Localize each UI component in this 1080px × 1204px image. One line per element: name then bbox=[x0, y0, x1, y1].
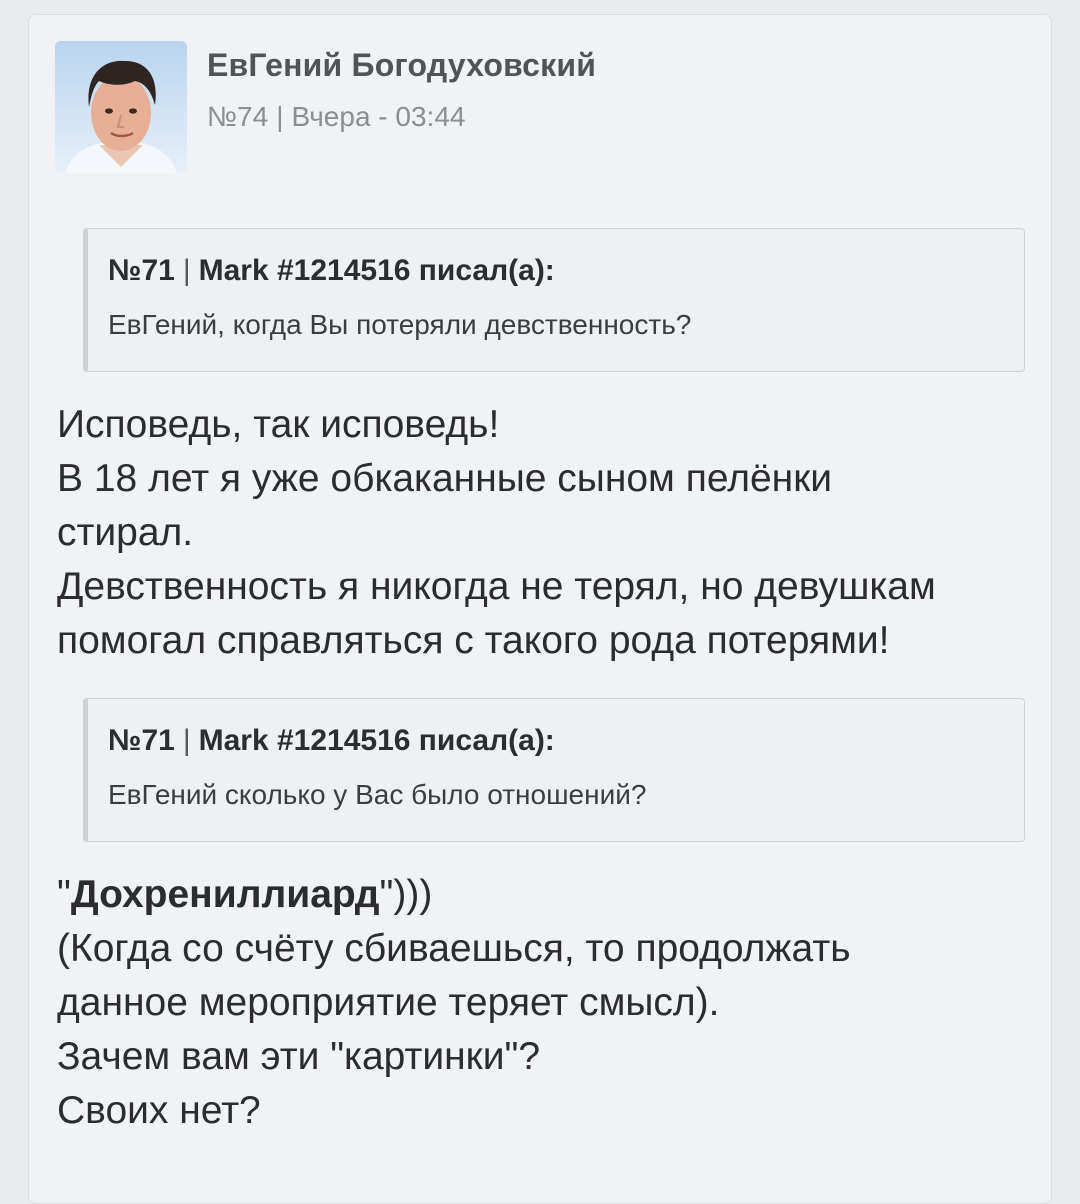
body-line: (Когда со счёту сбиваешься, то продолжат… bbox=[57, 927, 851, 970]
body-line: помогал справляться с такого рода потеря… bbox=[57, 619, 890, 662]
body-line: данное мероприятие теряет смысл). bbox=[57, 981, 720, 1024]
quote-text: ЕвГений сколько у Вас было отношений? bbox=[108, 779, 647, 810]
body-line: Исповедь, так исповедь! bbox=[57, 403, 500, 446]
quote-block: №71 | Mark #1214516 писал(а): ЕвГений ск… bbox=[83, 698, 1025, 842]
post-number[interactable]: №74 bbox=[207, 99, 268, 135]
quote-separator: | bbox=[182, 254, 191, 287]
quote-text: ЕвГений, когда Вы потеряли девственность… bbox=[108, 309, 692, 340]
body-line: Своих нет? bbox=[57, 1089, 261, 1132]
post-info-separator: | bbox=[276, 101, 284, 132]
quote-post-number[interactable]: №71 bbox=[108, 251, 175, 291]
post-meta: ЕвГений Богодуховский №74 | Вчера - 03:4… bbox=[207, 41, 596, 135]
quote-mark-open: " bbox=[57, 873, 71, 916]
quote-mark-close: "))) bbox=[379, 873, 433, 916]
post-body-part-2: "Дохрениллиард"))) (Когда со счёту сбива… bbox=[57, 868, 1037, 1138]
body-line: Зачем вам эти "картинки"? bbox=[57, 1035, 541, 1078]
post-header: ЕвГений Богодуховский №74 | Вчера - 03:4… bbox=[55, 41, 596, 173]
quote-block: №71 | Mark #1214516 писал(а): ЕвГений, к… bbox=[83, 228, 1025, 372]
quote-header: №71 | Mark #1214516 писал(а): bbox=[108, 721, 1004, 761]
post-info: №74 | Вчера - 03:44 bbox=[207, 99, 596, 135]
quote-author[interactable]: Mark #1214516 писал(а): bbox=[199, 251, 555, 291]
avatar[interactable] bbox=[55, 41, 187, 173]
quote-separator: | bbox=[182, 724, 191, 757]
quote-author[interactable]: Mark #1214516 писал(а): bbox=[199, 721, 555, 761]
body-line: В 18 лет я уже обкаканные сыном пелёнки bbox=[57, 457, 833, 500]
user-photo-avatar-icon bbox=[55, 41, 187, 173]
body-line: стирал. bbox=[57, 511, 194, 554]
quote-post-number[interactable]: №71 bbox=[108, 721, 175, 761]
post-body-part-1: Исповедь, так исповедь! В 18 лет я уже о… bbox=[57, 398, 1037, 668]
author-name[interactable]: ЕвГений Богодуховский bbox=[207, 45, 596, 85]
post-timestamp: Вчера - 03:44 bbox=[291, 101, 466, 132]
post-card: ЕвГений Богодуховский №74 | Вчера - 03:4… bbox=[28, 14, 1052, 1204]
body-line: Девственность я никогда не терял, но дев… bbox=[57, 565, 936, 608]
bold-word: Дохрениллиард bbox=[70, 873, 380, 916]
body-line-emphasis: "Дохрениллиард"))) bbox=[57, 868, 1037, 922]
quote-header: №71 | Mark #1214516 писал(а): bbox=[108, 251, 1004, 291]
